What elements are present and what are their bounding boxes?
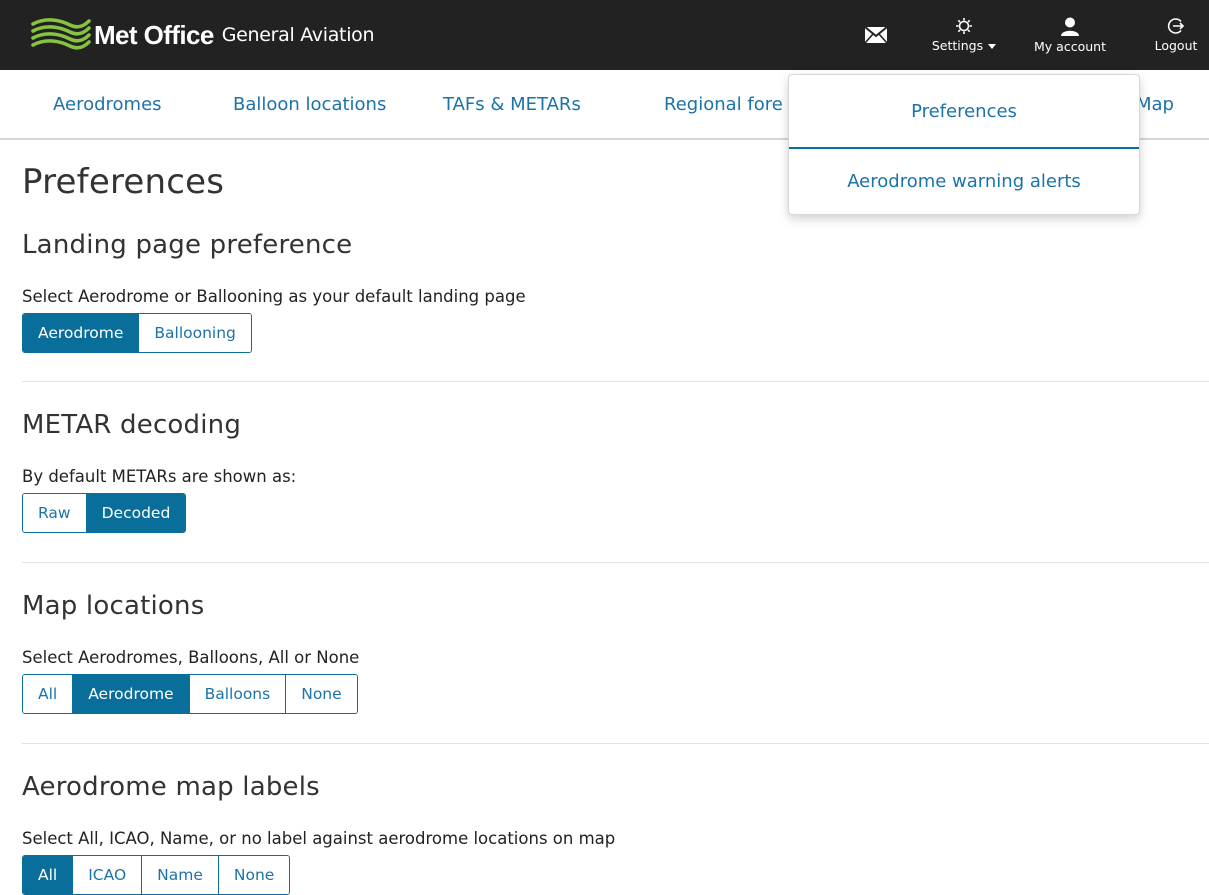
section-title: Landing page preference <box>22 230 353 260</box>
metar-decoding-toggle: Raw Decoded <box>22 493 187 533</box>
map-labels-toggle: All ICAO Name None <box>22 855 291 895</box>
my-account-button[interactable]: My account <box>1024 0 1116 70</box>
section-title: Map locations <box>22 591 205 621</box>
option-name[interactable]: Name <box>141 856 218 894</box>
gear-icon <box>956 18 972 34</box>
settings-label: Settings <box>932 38 997 53</box>
section-divider <box>22 381 1209 382</box>
map-locations-toggle: All Aerodrome Balloons None <box>22 674 358 714</box>
my-account-label: My account <box>1034 38 1106 54</box>
option-aerodrome[interactable]: Aerodrome <box>23 314 139 352</box>
logout-icon <box>1167 18 1185 34</box>
option-none[interactable]: None <box>285 675 357 713</box>
logout-button[interactable]: Logout <box>1146 0 1206 70</box>
envelope-icon <box>864 26 888 44</box>
option-all[interactable]: All <box>23 675 73 713</box>
landing-page-toggle: Aerodrome Ballooning <box>22 313 252 353</box>
option-none[interactable]: None <box>217 856 290 894</box>
nav-item-tafs-metars[interactable]: TAFs & METARs <box>443 70 581 140</box>
dropdown-item-preferences[interactable]: Preferences <box>789 75 1139 149</box>
settings-menu-button[interactable]: Settings <box>918 0 1010 70</box>
dropdown-item-aerodrome-warning-alerts[interactable]: Aerodrome warning alerts <box>789 149 1139 215</box>
option-raw[interactable]: Raw <box>23 494 86 532</box>
section-description: Select Aerodromes, Balloons, All or None <box>22 648 360 667</box>
user-icon <box>1061 17 1079 36</box>
option-all[interactable]: All <box>23 856 73 894</box>
section-divider <box>22 562 1209 563</box>
option-decoded[interactable]: Decoded <box>85 494 186 532</box>
messages-button[interactable] <box>856 0 896 70</box>
met-office-logo-icon <box>31 18 91 50</box>
top-header: Met Office General Aviation Settings My … <box>0 0 1209 70</box>
nav-item-regional-forecasts[interactable]: Regional fore <box>664 70 783 140</box>
section-description: Select Aerodrome or Ballooning as your d… <box>22 287 526 306</box>
nav-item-aerodromes[interactable]: Aerodromes <box>53 70 162 140</box>
section-title: METAR decoding <box>22 410 242 440</box>
section-divider <box>22 743 1209 744</box>
caret-down-icon <box>988 44 997 49</box>
nav-item-map[interactable]: Map <box>1136 70 1174 140</box>
option-ballooning[interactable]: Ballooning <box>138 314 251 352</box>
page-title: Preferences <box>22 162 225 202</box>
brand-name: Met Office <box>94 19 214 50</box>
option-balloons[interactable]: Balloons <box>188 675 286 713</box>
section-title: Aerodrome map labels <box>22 772 320 802</box>
option-aerodrome[interactable]: Aerodrome <box>72 675 189 713</box>
brand-subtitle: General Aviation <box>221 24 375 46</box>
option-icao[interactable]: ICAO <box>72 856 142 894</box>
logout-label: Logout <box>1154 38 1198 53</box>
section-description: By default METARs are shown as: <box>22 467 297 486</box>
brand[interactable]: Met Office General Aviation <box>30 0 375 70</box>
section-description: Select All, ICAO, Name, or no label agai… <box>22 829 616 848</box>
settings-dropdown: Preferences Aerodrome warning alerts <box>788 74 1140 215</box>
nav-item-balloon-locations[interactable]: Balloon locations <box>233 70 386 140</box>
